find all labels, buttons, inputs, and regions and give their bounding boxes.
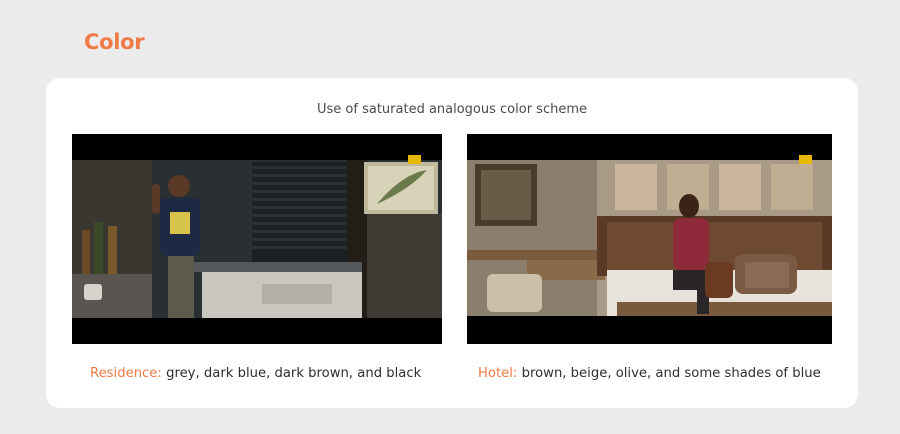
hotel-description: brown, beige, olive, and some shades of … bbox=[517, 366, 821, 381]
hotel-caption: Hotel: brown, beige, olive, and some sha… bbox=[478, 366, 821, 381]
hotel-scene-image bbox=[467, 134, 832, 344]
residence-label: Residence: bbox=[90, 366, 162, 381]
residence-description: grey, dark blue, dark brown, and black bbox=[161, 366, 422, 381]
hotel-label: Hotel: bbox=[478, 366, 518, 381]
page-title: Color bbox=[84, 30, 145, 54]
hotel-film-still bbox=[467, 134, 832, 344]
residence-scene-image bbox=[72, 134, 442, 344]
card-heading: Use of saturated analogous color scheme bbox=[317, 102, 587, 117]
residence-film-still bbox=[72, 134, 442, 344]
content-card: Use of saturated analogous color scheme bbox=[46, 78, 858, 408]
residence-caption: Residence: grey, dark blue, dark brown, … bbox=[90, 366, 421, 381]
